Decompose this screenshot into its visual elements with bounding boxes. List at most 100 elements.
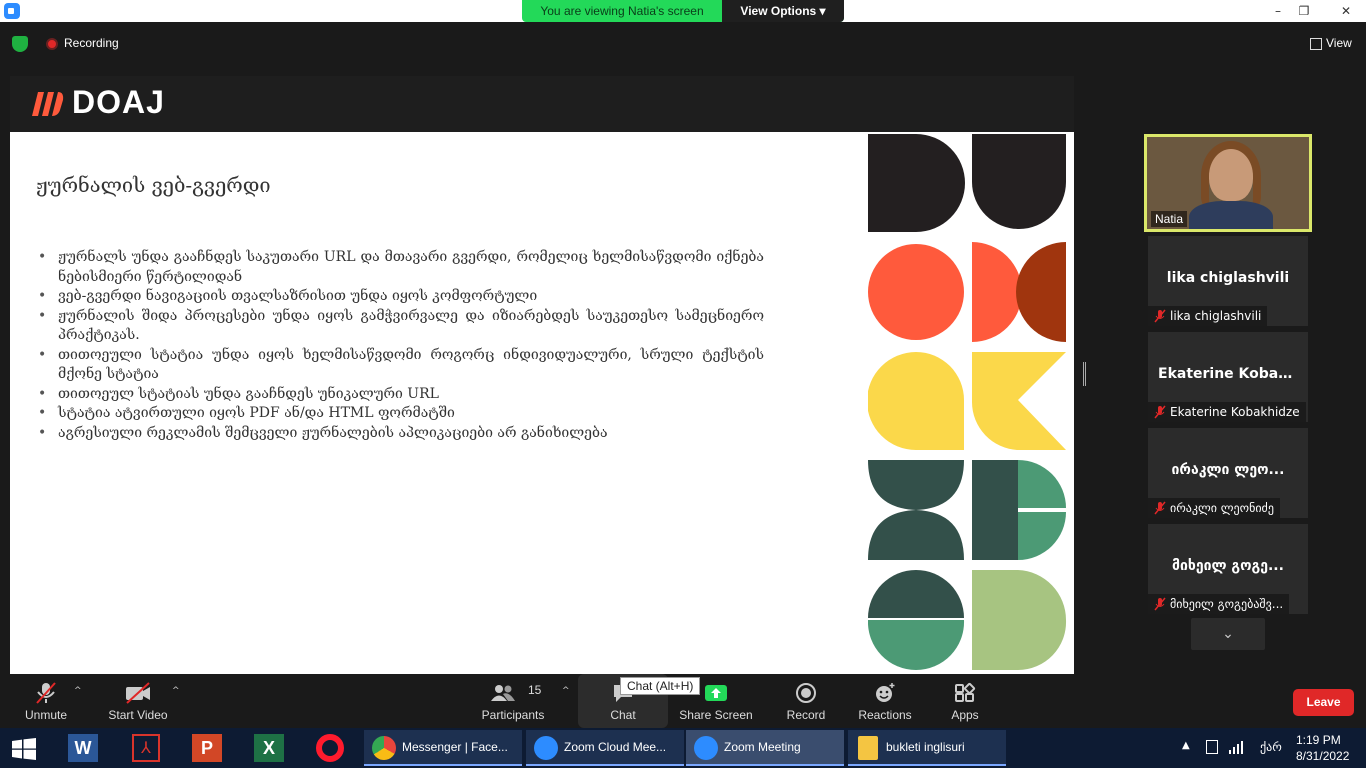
tray-overflow-icon[interactable]: ▲ — [1182, 740, 1190, 751]
clock-time[interactable]: 1:19 PM — [1296, 733, 1341, 747]
apps-icon — [955, 682, 976, 702]
view-button[interactable]: View — [1326, 36, 1352, 50]
panel-resize-handle[interactable] — [1083, 362, 1086, 386]
mic-muted-icon — [1154, 501, 1166, 515]
geometric-art-panel — [868, 134, 1067, 671]
zoom-logo-icon — [4, 3, 20, 19]
unmute-button[interactable]: Unmute — [14, 674, 78, 728]
close-button[interactable]: ✕ — [1328, 0, 1364, 22]
participant-display-name: lika chiglashvili — [1166, 270, 1290, 286]
viewing-banner-text: You are viewing Natia's screen — [540, 4, 704, 18]
participant-display-name: მიხეილ გოგე... — [1172, 558, 1284, 574]
participant-tile[interactable]: ირაკლი ლეო... ირაკლი ლეონიძე — [1148, 428, 1308, 518]
share-screen-label: Share Screen — [679, 708, 753, 722]
slide-bullet: სტატია ატვირთული იყოს PDF ან/და HTML ფორ… — [38, 404, 764, 424]
view-options-button[interactable]: View Options ▾ — [722, 0, 844, 22]
record-label: Record — [786, 708, 826, 722]
slide-bullet: ვებ-გვერდი ნავიგაციის თვალსაზრისით უნდა … — [38, 287, 764, 307]
input-language[interactable]: ქარ — [1260, 740, 1282, 754]
word-icon[interactable]: W — [68, 734, 98, 762]
chat-tooltip: Chat (Alt+H) — [620, 677, 701, 695]
participants-options-caret[interactable]: ^ — [562, 686, 570, 696]
recording-label[interactable]: Recording — [64, 36, 119, 50]
encryption-shield-icon[interactable] — [12, 36, 28, 52]
windows-start-icon[interactable] — [12, 738, 36, 760]
signal-icon[interactable] — [1228, 740, 1244, 754]
slide-bullet: თითოეული სტატია უნდა იყოს ხელმისაწვდომი … — [38, 346, 764, 385]
speaker-name-label: Natia — [1151, 211, 1188, 227]
start-video-button[interactable]: Start Video — [104, 674, 172, 728]
slide-header: DOAJ — [10, 76, 1074, 132]
excel-icon[interactable]: X — [254, 734, 284, 762]
participant-name-label: მიხეილ გოგებაშვ... — [1148, 594, 1290, 614]
reactions-button[interactable]: Reactions — [852, 674, 918, 728]
reactions-icon — [876, 683, 895, 702]
art-row-teal — [868, 460, 1066, 560]
powerpoint-icon[interactable]: P — [192, 734, 222, 762]
participant-tile[interactable]: lika chiglashvili lika chiglashvili — [1148, 236, 1308, 326]
zoom-icon — [534, 736, 558, 760]
reactions-label: Reactions — [858, 708, 912, 722]
clock-date[interactable]: 8/31/2022 — [1296, 749, 1349, 763]
participants-label: Participants — [481, 708, 545, 722]
record-button[interactable]: Record — [776, 674, 836, 728]
windows-taskbar: W ⅄ P X Messenger | Face... Zoom Cloud M… — [0, 728, 1366, 768]
taskbar-app-messenger[interactable]: Messenger | Face... — [364, 730, 522, 766]
participants-button[interactable]: 15 Participants — [478, 674, 548, 728]
mic-muted-icon — [1154, 597, 1166, 611]
taskbar-app-label: Zoom Cloud Mee... — [564, 740, 667, 754]
participants-count: 15 — [528, 683, 542, 697]
folder-icon — [858, 736, 878, 760]
participant-name-label: ირაკლი ლეონიძე — [1148, 498, 1280, 518]
speaker-clothing — [1189, 201, 1273, 229]
video-off-icon — [126, 682, 150, 704]
participant-name-label: Ekaterine Kobakhidze — [1148, 402, 1306, 422]
slide-bullet: აგრესიული რეკლამის შემცველი ჟურნალების ა… — [38, 424, 764, 444]
mic-muted-icon — [1154, 405, 1166, 419]
zoom-icon — [694, 736, 718, 760]
taskbar-app-label: Zoom Meeting — [724, 740, 801, 754]
participant-display-name: Ekaterine Kobak... — [1158, 366, 1304, 382]
doaj-logo-icon — [32, 92, 64, 116]
audio-options-caret[interactable]: ^ — [74, 686, 82, 696]
art-row-dark — [868, 134, 1066, 232]
mic-muted-icon — [1154, 309, 1166, 323]
mic-muted-icon — [36, 682, 56, 704]
apps-label: Apps — [951, 708, 979, 722]
art-row-yellow — [868, 352, 1066, 450]
participant-display-name: ირაკლი ლეო... — [1171, 462, 1285, 478]
record-icon — [796, 683, 816, 703]
slide-bullet: თითოეულ სტატიას უნდა გააჩნდეს უნიკალური … — [38, 385, 764, 405]
restore-button[interactable]: ❐ — [1286, 0, 1322, 22]
share-screen-icon — [705, 685, 727, 701]
unmute-label: Unmute — [24, 708, 68, 722]
view-layout-icon[interactable] — [1310, 38, 1322, 50]
doaj-brand: DOAJ — [72, 84, 165, 120]
apps-button[interactable]: Apps — [940, 674, 990, 728]
video-options-caret[interactable]: ^ — [172, 686, 180, 696]
scroll-down-button[interactable]: ⌄ — [1191, 618, 1265, 650]
viewing-banner: You are viewing Natia's screen View Opti… — [522, 0, 844, 22]
leave-button[interactable]: Leave — [1293, 689, 1354, 716]
slide-bullet: ჟურნალის შიდა პროცესები უნდა იყოს გამჭვი… — [38, 307, 764, 346]
chrome-icon — [372, 736, 396, 760]
participants-icon — [491, 685, 515, 701]
art-row-green — [868, 570, 1067, 671]
slide-bullet: ჟურნალს უნდა გააჩნდეს საკუთარი URL და მთ… — [38, 248, 764, 287]
taskbar-app-label: bukleti inglisuri — [886, 740, 965, 754]
meeting-top-bar — [0, 22, 1366, 66]
shared-screen: DOAJ ჟურნალის ვებ-გვერდი ჟურნალს უნდა გა… — [10, 76, 1074, 674]
taskbar-app-zoom-cloud[interactable]: Zoom Cloud Mee... — [526, 730, 684, 766]
taskbar-app-zoom-meeting[interactable]: Zoom Meeting — [686, 730, 844, 766]
acrobat-icon[interactable]: ⅄ — [132, 734, 160, 762]
start-video-label: Start Video — [108, 708, 168, 722]
taskbar-app-folder[interactable]: bukleti inglisuri — [848, 730, 1006, 766]
participant-tile[interactable]: მიხეილ გოგე... მიხეილ გოგებაშვ... — [1148, 524, 1308, 614]
opera-icon[interactable] — [316, 734, 344, 762]
chat-label: Chat — [610, 708, 636, 722]
slide-bullet-list: ჟურნალს უნდა გააჩნდეს საკუთარი URL და მთ… — [38, 248, 764, 443]
art-row-orange — [868, 242, 1066, 342]
network-icon[interactable] — [1206, 740, 1218, 754]
participant-tile[interactable]: Ekaterine Kobak... Ekaterine Kobakhidze — [1148, 332, 1308, 422]
active-speaker-video[interactable]: Natia — [1144, 134, 1312, 232]
